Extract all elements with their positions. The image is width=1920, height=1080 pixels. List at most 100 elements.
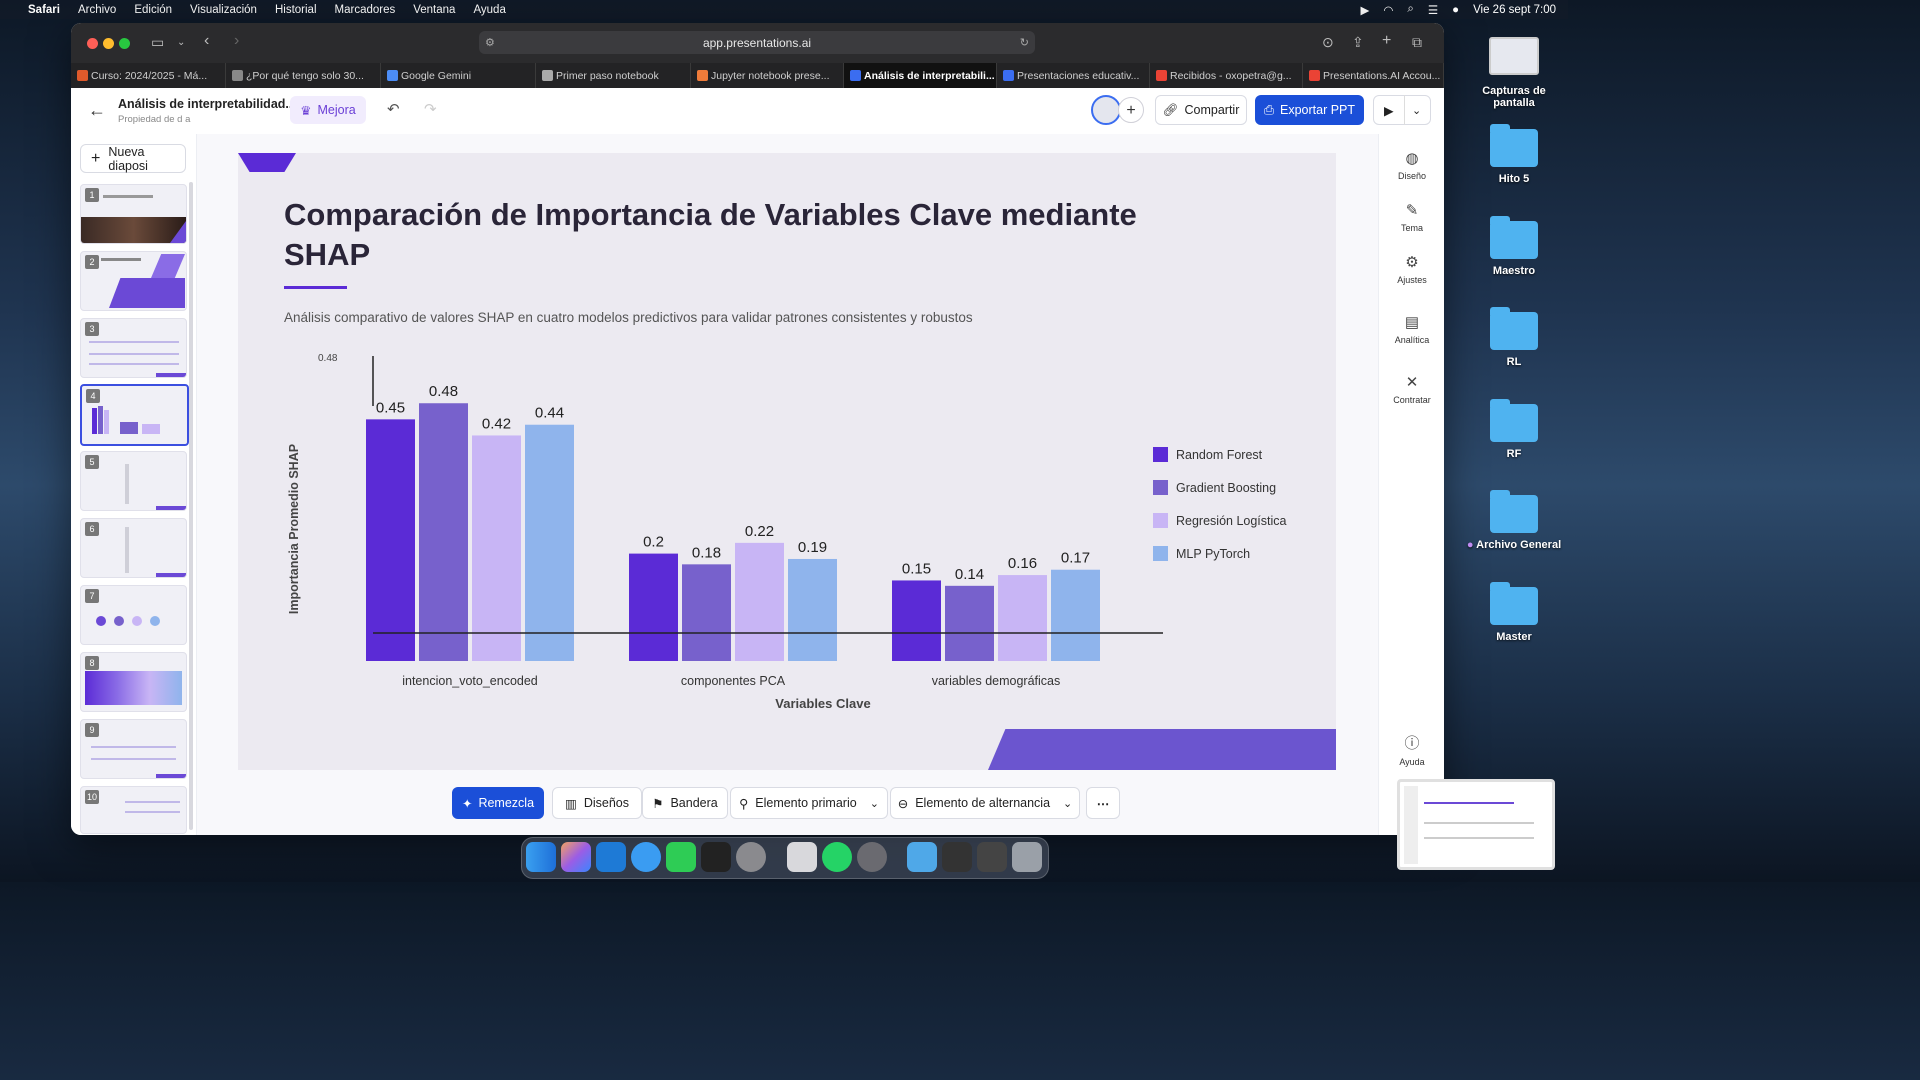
bar-1-0[interactable] (419, 403, 468, 661)
bar-2-0[interactable] (472, 435, 521, 661)
tab-por-que[interactable]: ¿Por qué tengo solo 30... (226, 63, 381, 88)
redo-icon[interactable]: ↷ (424, 100, 437, 118)
tab-account[interactable]: Presentations.AI Accou... (1303, 63, 1444, 88)
siri-icon[interactable]: ● (1452, 4, 1459, 16)
undo-icon[interactable]: ↶ (387, 100, 400, 118)
slide-thumb-8[interactable]: 8 (80, 652, 187, 712)
rail-help[interactable]: ⓘ Ayuda (1379, 732, 1444, 767)
menu-archivo[interactable]: Archivo (78, 4, 116, 16)
zoom-window-button[interactable] (119, 38, 130, 49)
tab-presentaciones[interactable]: Presentaciones educativ... (997, 63, 1150, 88)
slide-thumb-2[interactable]: 2 (80, 251, 187, 311)
preview-app-icon[interactable] (787, 842, 817, 872)
page-settings-icon[interactable]: ⚙ (485, 36, 495, 49)
tab-gemini[interactable]: Google Gemini (381, 63, 536, 88)
primary-element-button[interactable]: ⚲ Elemento primario ⌄ (730, 787, 888, 819)
menu-ventana[interactable]: Ventana (413, 4, 455, 16)
desktop-master[interactable]: Master (1464, 582, 1564, 643)
desktop-rf[interactable]: RF (1464, 399, 1564, 460)
more-options-button[interactable]: ⋯ (1086, 787, 1120, 819)
tab-jupyter[interactable]: Jupyter notebook prese... (691, 63, 844, 88)
toggle-element-button[interactable]: ⊖ Elemento de alternancia ⌄ (890, 787, 1080, 819)
slide-thumb-10[interactable]: 10 (80, 786, 187, 834)
add-collaborator-button[interactable]: + (1118, 97, 1144, 123)
finder-icon[interactable] (526, 842, 556, 872)
slide-thumb-5[interactable]: 5 (80, 451, 187, 511)
tex-icon[interactable] (857, 842, 887, 872)
bar-2-2[interactable] (998, 575, 1047, 661)
wifi-icon[interactable]: ◠ (1383, 3, 1393, 17)
recent-window-icon[interactable] (942, 842, 972, 872)
chevron-down-icon[interactable]: ⌄ (1412, 104, 1421, 117)
sidebar-scrollbar[interactable] (189, 182, 193, 830)
flag-button[interactable]: ⚑ Bandera (642, 787, 728, 819)
desktop-hito5[interactable]: Hito 5 (1464, 124, 1564, 185)
menu-historial[interactable]: Historial (275, 4, 317, 16)
close-window-button[interactable] (87, 38, 98, 49)
control-center-icon[interactable]: ☰ (1428, 3, 1438, 17)
export-ppt-button[interactable]: ⎙ Exportar PPT (1255, 95, 1364, 125)
tab-overview-icon[interactable]: ⧉ (1412, 34, 1422, 51)
play-status-icon[interactable]: ▶ (1360, 3, 1369, 17)
menu-ayuda[interactable]: Ayuda (473, 4, 505, 16)
chevron-down-icon[interactable]: ⌄ (177, 37, 185, 48)
designs-button[interactable]: ▥ Diseños (552, 787, 642, 819)
back-icon[interactable]: ‹ (204, 32, 209, 50)
recent-window-icon[interactable] (977, 842, 1007, 872)
bar-3-1[interactable] (788, 558, 837, 661)
shap-bar-chart[interactable]: 0.45 0.48 0.42 0.44 0.2 0.18 0.22 0.19 0.15 0.14 0… (238, 153, 1336, 770)
remix-button[interactable]: ✦ Remezcla (452, 787, 544, 819)
rail-theme[interactable]: ✎ Tema (1379, 201, 1444, 233)
bar-1-1[interactable] (682, 564, 731, 661)
tab-analisis[interactable]: Análisis de interpretabili... (844, 63, 997, 88)
vscode-icon[interactable] (596, 842, 626, 872)
rail-analytics[interactable]: ▤ Analítica (1379, 313, 1444, 345)
menu-visualizacion[interactable]: Visualización (190, 4, 257, 16)
rail-hire[interactable]: ✕ Contratar (1379, 373, 1444, 405)
rail-design[interactable]: ◍ Diseño (1379, 149, 1444, 181)
present-button[interactable]: ▶ ⌄ (1373, 95, 1431, 125)
system-settings-icon[interactable] (736, 842, 766, 872)
trash-icon[interactable] (1012, 842, 1042, 872)
bar-3-2[interactable] (1051, 569, 1100, 661)
presentation-title[interactable]: Análisis de interpretabilidad... (118, 97, 296, 111)
reload-icon[interactable]: ↻ (1020, 36, 1029, 49)
bar-3-0[interactable] (525, 424, 574, 661)
downloads-icon[interactable]: ⊙ (1322, 34, 1334, 51)
slide-thumb-1[interactable]: 1 (80, 184, 187, 244)
share-button[interactable]: 🔗︎ Compartir (1155, 95, 1247, 125)
downloads-folder-icon[interactable] (907, 842, 937, 872)
terminal-icon[interactable] (701, 842, 731, 872)
facetime-icon[interactable] (666, 842, 696, 872)
address-bar[interactable]: ⚙ app.presentations.ai ↻ (479, 31, 1035, 54)
bar-2-1[interactable] (735, 542, 784, 661)
play-icon[interactable]: ▶ (1384, 103, 1394, 118)
bar-0-0[interactable] (366, 419, 415, 661)
spotlight-icon[interactable]: ⌕ (1407, 3, 1413, 16)
launchpad-icon[interactable] (561, 842, 591, 872)
mejora-button[interactable]: ♛ Mejora (290, 96, 366, 124)
bar-0-1[interactable] (629, 553, 678, 661)
rail-settings[interactable]: ⚙ Ajustes (1379, 253, 1444, 285)
minimize-window-button[interactable] (103, 38, 114, 49)
desktop-capturas[interactable]: Capturas de pantalla (1464, 37, 1564, 109)
desktop-archivo-general[interactable]: ● Archivo General (1464, 490, 1564, 551)
desktop-rl[interactable]: RL (1464, 307, 1564, 368)
clock[interactable]: Vie 26 sept 7:00 (1473, 4, 1556, 16)
back-arrow-icon[interactable]: ← (88, 100, 106, 121)
sidebar-toggle-icon[interactable]: ▭ (151, 34, 164, 51)
bar-0-2[interactable] (892, 580, 941, 661)
tab-curso[interactable]: Curso: 2024/2025 - Má... (71, 63, 226, 88)
menu-app-name[interactable]: Safari (28, 4, 60, 16)
slide-canvas[interactable]: Comparación de Importancia de Variables … (238, 153, 1336, 770)
share-icon[interactable]: ⇪ (1352, 34, 1364, 51)
new-slide-button[interactable]: + Nueva diaposi (80, 144, 186, 173)
slide-thumb-6[interactable]: 6 (80, 518, 187, 578)
menu-edicion[interactable]: Edición (134, 4, 172, 16)
new-tab-icon[interactable]: + (1382, 32, 1391, 50)
bar-1-2[interactable] (945, 585, 994, 661)
desktop-maestro[interactable]: Maestro (1464, 216, 1564, 277)
slide-thumb-4[interactable]: 4 (80, 384, 189, 446)
slide-thumb-9[interactable]: 9 (80, 719, 187, 779)
forward-icon[interactable]: › (234, 32, 239, 50)
